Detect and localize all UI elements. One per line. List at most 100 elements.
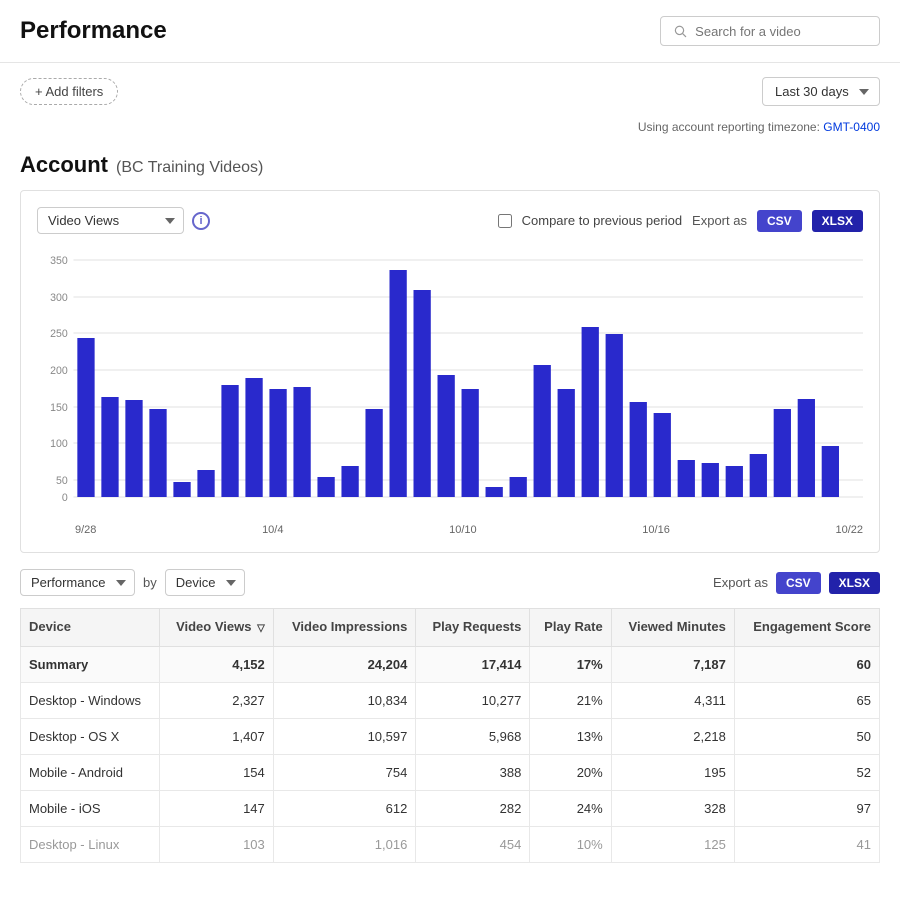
x-label-1016: 10/16 [642, 524, 670, 536]
date-range-select[interactable]: Last 30 days Last 7 days Last 90 days Cu… [762, 77, 880, 106]
svg-text:300: 300 [50, 292, 68, 304]
col-play-rate: Play Rate [530, 609, 611, 647]
row-video-impressions: 754 [273, 754, 416, 790]
summary-play-requests: 17,414 [416, 646, 530, 682]
row-viewed-minutes: 195 [611, 754, 734, 790]
svg-text:150: 150 [50, 402, 68, 414]
metric-select[interactable]: Video Views Video Impressions Play Reque… [37, 207, 184, 234]
row-engagement-score: 65 [734, 682, 879, 718]
table-row: Mobile - iOS 147 612 282 24% 328 97 [21, 790, 880, 826]
search-icon [673, 23, 687, 39]
row-play-requests: 282 [416, 790, 530, 826]
row-play-requests: 388 [416, 754, 530, 790]
row-play-rate: 13% [530, 718, 611, 754]
account-subtitle: (BC Training Videos) [116, 159, 263, 177]
export-xlsx-button[interactable]: XLSX [812, 210, 863, 232]
search-input[interactable] [695, 24, 867, 39]
svg-text:0: 0 [62, 492, 68, 504]
col-engagement-score: Engagement Score [734, 609, 879, 647]
perf-controls: Performance by Device Export as CSV XLSX [20, 569, 880, 596]
row-video-views: 2,327 [159, 682, 273, 718]
chart-card: Video Views Video Impressions Play Reque… [20, 190, 880, 553]
x-label-104: 10/4 [262, 524, 283, 536]
row-viewed-minutes: 4,311 [611, 682, 734, 718]
row-engagement-score: 41 [734, 826, 879, 862]
chart-controls: Video Views Video Impressions Play Reque… [37, 207, 863, 234]
compare-label: Compare to previous period [522, 213, 682, 228]
summary-video-views: 4,152 [159, 646, 273, 682]
row-engagement-score: 52 [734, 754, 879, 790]
svg-text:250: 250 [50, 328, 68, 340]
table-row: Desktop - Windows 2,327 10,834 10,277 21… [21, 682, 880, 718]
perf-dimension-select[interactable]: Device [165, 569, 245, 596]
row-video-impressions: 1,016 [273, 826, 416, 862]
table-header-row: Device Video Views ▽ Video Impressions P… [21, 609, 880, 647]
info-icon[interactable]: i [192, 212, 210, 230]
perf-controls-left: Performance by Device [20, 569, 245, 596]
x-axis-labels: 9/28 10/4 10/10 10/16 10/22 [37, 520, 863, 536]
header: Performance [0, 0, 900, 63]
chart-area: 350 300 250 200 150 100 50 0 [37, 250, 863, 520]
filters-bar: + Add filters Last 30 days Last 7 days L… [0, 63, 900, 120]
timezone-link[interactable]: GMT-0400 [823, 120, 880, 134]
row-video-views: 103 [159, 826, 273, 862]
row-video-views: 154 [159, 754, 273, 790]
x-label-1022: 10/22 [835, 524, 863, 536]
row-play-rate: 20% [530, 754, 611, 790]
table-row: Desktop - Linux 103 1,016 454 10% 125 41 [21, 826, 880, 862]
row-play-rate: 21% [530, 682, 611, 718]
row-play-requests: 10,277 [416, 682, 530, 718]
perf-controls-right: Export as CSV XLSX [713, 572, 880, 594]
export-csv-button[interactable]: CSV [757, 210, 802, 232]
x-label-1010: 10/10 [449, 524, 477, 536]
table-export-label: Export as [713, 575, 768, 590]
chart-svg: 350 300 250 200 150 100 50 0 [37, 250, 863, 520]
row-play-rate: 10% [530, 826, 611, 862]
row-viewed-minutes: 125 [611, 826, 734, 862]
row-device: Desktop - Windows [21, 682, 160, 718]
col-play-requests: Play Requests [416, 609, 530, 647]
perf-metric-select[interactable]: Performance [20, 569, 135, 596]
row-video-views: 1,407 [159, 718, 273, 754]
row-device: Mobile - Android [21, 754, 160, 790]
col-video-views[interactable]: Video Views ▽ [159, 609, 273, 647]
table-export-xlsx-button[interactable]: XLSX [829, 572, 880, 594]
row-device: Desktop - OS X [21, 718, 160, 754]
timezone-note: Using account reporting timezone: GMT-04… [0, 120, 900, 142]
account-section: Account (BC Training Videos) [0, 142, 900, 178]
summary-viewed-minutes: 7,187 [611, 646, 734, 682]
account-title: Account (BC Training Videos) [20, 152, 880, 178]
compare-checkbox[interactable] [498, 214, 512, 228]
row-play-rate: 24% [530, 790, 611, 826]
summary-video-impressions: 24,204 [273, 646, 416, 682]
row-play-requests: 5,968 [416, 718, 530, 754]
summary-play-rate: 17% [530, 646, 611, 682]
export-label: Export as [692, 213, 747, 228]
row-engagement-score: 97 [734, 790, 879, 826]
search-box[interactable] [660, 16, 880, 46]
svg-text:50: 50 [56, 475, 68, 487]
summary-row: Summary 4,152 24,204 17,414 17% 7,187 60 [21, 646, 880, 682]
data-table: Device Video Views ▽ Video Impressions P… [20, 608, 880, 863]
add-filters-button[interactable]: + Add filters [20, 78, 118, 105]
col-device: Device [21, 609, 160, 647]
row-device: Desktop - Linux [21, 826, 160, 862]
table-row: Desktop - OS X 1,407 10,597 5,968 13% 2,… [21, 718, 880, 754]
row-viewed-minutes: 328 [611, 790, 734, 826]
table-row: Mobile - Android 154 754 388 20% 195 52 [21, 754, 880, 790]
row-video-views: 147 [159, 790, 273, 826]
row-video-impressions: 10,834 [273, 682, 416, 718]
chart-controls-right: Compare to previous period Export as CSV… [498, 210, 863, 232]
x-label-928: 9/28 [75, 524, 96, 536]
chart-controls-left: Video Views Video Impressions Play Reque… [37, 207, 210, 234]
svg-text:350: 350 [50, 255, 68, 267]
col-video-impressions: Video Impressions [273, 609, 416, 647]
page-title: Performance [20, 17, 167, 45]
table-export-csv-button[interactable]: CSV [776, 572, 821, 594]
row-viewed-minutes: 2,218 [611, 718, 734, 754]
col-viewed-minutes: Viewed Minutes [611, 609, 734, 647]
svg-text:100: 100 [50, 438, 68, 450]
row-play-requests: 454 [416, 826, 530, 862]
summary-device: Summary [21, 646, 160, 682]
row-device: Mobile - iOS [21, 790, 160, 826]
